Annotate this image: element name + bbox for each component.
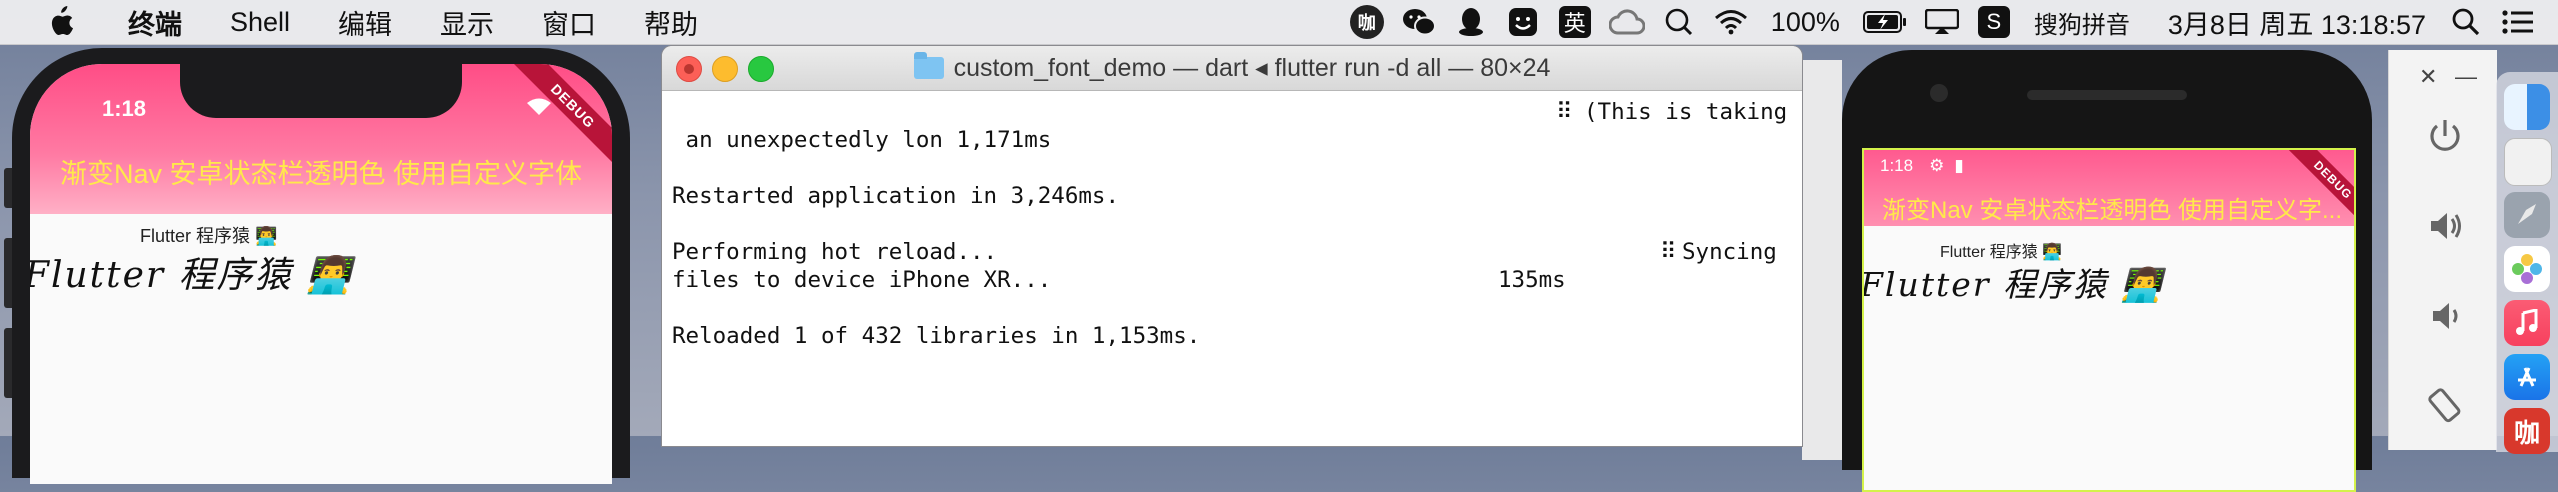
app-store-icon[interactable] [2504,354,2550,400]
qq-icon[interactable] [1453,4,1489,40]
menu-terminal[interactable]: 终端 [104,3,206,42]
power-icon[interactable] [2423,114,2467,158]
emulator-control-panel: ✕ — [2388,50,2497,450]
output-syncing-fragment: Syncing [1682,239,1777,265]
menu-window[interactable]: 窗口 [518,3,620,42]
finder-icon[interactable] [2504,84,2550,130]
terminal-titlebar[interactable]: custom_font_demo — dart ◂ flutter run -d… [662,46,1802,91]
iphone-simulator: 1:18 DEBUG 渐变Nav 安卓状态栏透明色 使用自定义字体 Flutte… [4,48,630,484]
battery-percentage: 100% [1770,6,1840,37]
notification-center-icon[interactable] [2500,4,2536,40]
default-font-label: Flutter 程序猿 👨‍💻 [140,226,278,246]
input-method-label[interactable]: 搜狗拼音 [2034,5,2130,40]
preview-icon[interactable] [2504,138,2552,186]
volume-down-button [4,328,12,398]
android-screen: 1:18 ⚙ ▮ DEBUG 渐变Nav 安卓状态栏透明色 使用自定义字... … [1862,148,2356,492]
output-line: an unexpectedly lon 1,171ms [672,127,1052,153]
menu-edit[interactable]: 编辑 [314,3,416,42]
menu-shell[interactable]: Shell [206,7,314,38]
spinner-icon: ⠿ [1556,99,1573,125]
kafei-app-label: 咖 [2513,417,2540,448]
status-area: 咖 英 100% S 搜狗拼音 3月8日 周五 13:18:57 [1341,0,2558,44]
output-line: files to device iPhone XR... [672,267,1052,293]
output-line: Reloaded 1 of 432 libraries in 1,153ms. [672,323,1201,349]
menu-view[interactable]: 显示 [416,3,518,42]
status-time: 1:18 [1880,156,1914,175]
output-line: Performing hot reload... [672,239,998,265]
menu-help[interactable]: 帮助 [620,3,722,42]
wifi-icon[interactable] [1713,4,1749,40]
nav-title: 渐变Nav 安卓状态栏透明色 使用自定义字... [1882,197,2343,224]
input-method-badge: 英 [1558,6,1591,38]
kafei-app-icon[interactable]: 咖 [1349,4,1385,40]
output-taking-fragment: (This is taking [1584,99,1788,125]
spinner-icon: ⠿ [1660,239,1677,265]
folder-icon [913,52,944,79]
output-syncing-time: 135ms [1498,267,1566,293]
iphone-notch [180,64,462,118]
front-camera [1930,84,1948,102]
silent-switch [4,168,12,208]
terminal-output[interactable]: ⠿ (This is taking an unexpectedly lon 1,… [662,91,1802,446]
photos-icon[interactable] [2504,246,2550,292]
sd-card-icon: ▮ [1954,156,1964,175]
apple-icon[interactable] [38,0,82,44]
custom-font-label: Flutter 程序猿 👨‍💻 [30,255,353,296]
smiley-icon[interactable] [1505,4,1541,40]
music-icon[interactable] [2504,300,2550,346]
gear-icon: ⚙ [1929,156,1945,175]
input-method-icon[interactable]: 英 [1557,4,1593,40]
volume-up-button [4,238,12,308]
minimize-icon[interactable]: — [2455,64,2477,90]
kafei-badge: 咖 [1349,5,1384,39]
close-icon[interactable]: ✕ [2419,64,2437,90]
android-emulator: 1:18 ⚙ ▮ DEBUG 渐变Nav 安卓状态栏透明色 使用自定义字... … [1842,50,2372,492]
iphone-screen: 1:18 DEBUG 渐变Nav 安卓状态栏透明色 使用自定义字体 Flutte… [30,64,612,484]
menu-bar: 终端 Shell 编辑 显示 窗口 帮助 咖 英 100% S 搜狗拼音 3月8… [0,0,2558,45]
terminal-title-text: custom_font_demo — dart ◂ flutter run -d… [953,54,1551,82]
sogou-logo-icon[interactable]: S [1976,4,2012,40]
sogou-badge: S [1977,6,2010,38]
terminal-title: custom_font_demo — dart ◂ flutter run -d… [662,46,1802,90]
spotlight-search-icon[interactable] [2448,4,2484,40]
custom-font-label: Flutter 程序猿 👨‍💻 [1862,265,2164,304]
background-window [1802,60,1842,460]
output-line: Restarted application in 3,246ms. [672,183,1120,209]
display-mirror-icon[interactable] [1924,4,1960,40]
earpiece-speaker [2027,90,2187,100]
wifi-icon [526,98,552,121]
battery-icon[interactable] [1862,4,1908,40]
nav-title: 渐变Nav 安卓状态栏透明色 使用自定义字体 [59,159,583,189]
volume-up-icon[interactable] [2423,204,2467,248]
wechat-icon[interactable] [1401,4,1437,40]
search-chat-icon[interactable] [1661,4,1697,40]
terminal-window[interactable]: custom_font_demo — dart ◂ flutter run -d… [662,46,1802,446]
status-time: 1:18 [102,96,147,121]
clock[interactable]: 3月8日 周五 13:18:57 [2168,3,2426,42]
dock: 咖 [2496,72,2558,454]
rotate-icon[interactable] [2423,384,2467,428]
volume-down-icon[interactable] [2423,294,2467,338]
kafei-app-icon[interactable]: 咖 [2504,408,2550,454]
android-status-bar: 1:18 ⚙ ▮ [1880,156,1964,176]
creative-cloud-icon[interactable] [1608,4,1645,40]
launchpad-icon[interactable] [2504,192,2550,238]
